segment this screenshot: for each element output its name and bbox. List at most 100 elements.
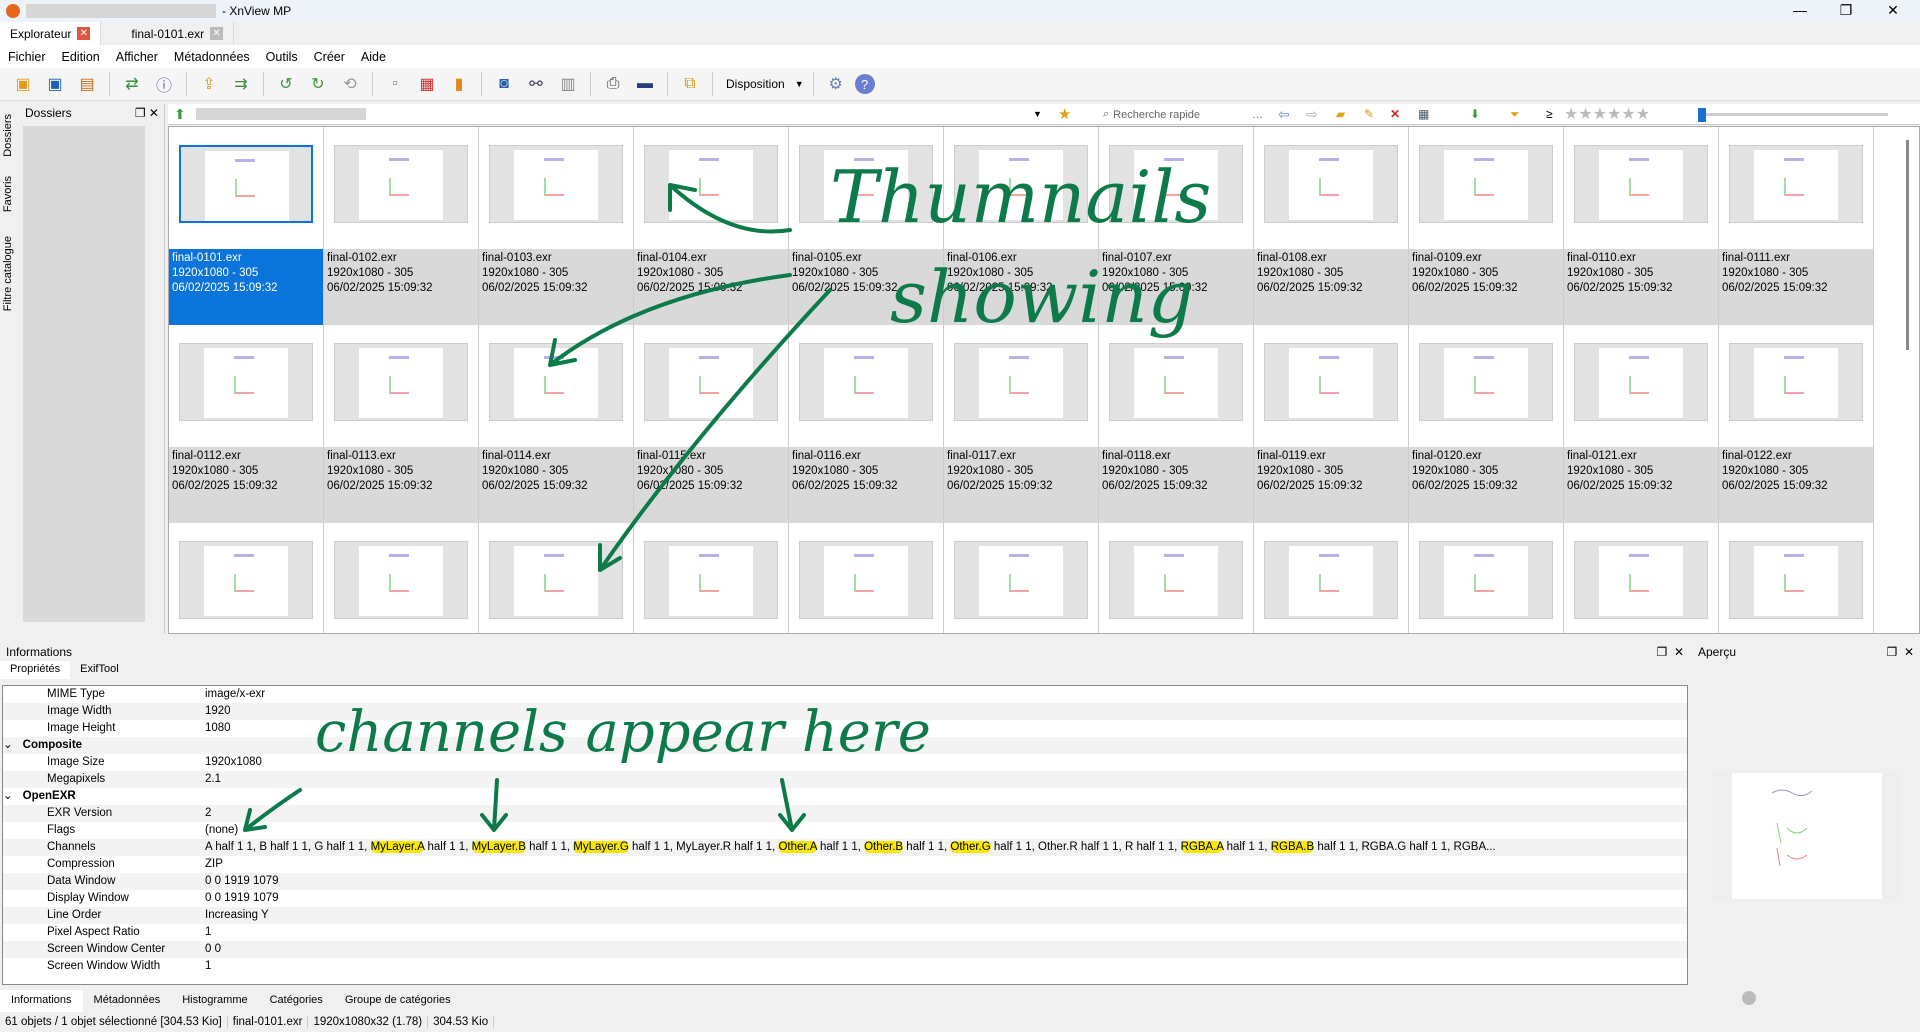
thumbnail-cell[interactable] [1254,523,1409,633]
thumbnail-cell[interactable]: final-0110.exr 1920x1080 - 305 06/02/2025 … [1564,127,1719,325]
folder-tree[interactable] [23,126,145,622]
thumbnail-cell[interactable]: final-0114.exr 1920x1080 - 305 06/02/2025 … [479,325,634,523]
info-icon[interactable]: ⓘ [151,71,177,97]
thumbnail-cell[interactable]: final-0120.exr 1920x1080 - 305 06/02/2025 … [1409,325,1564,523]
tab-groupe-categories[interactable]: Groupe de catégories [334,990,462,1012]
thumbnail-cell[interactable]: final-0116.exr 1920x1080 - 305 06/02/2025 … [789,325,944,523]
thumbnail-cell[interactable] [169,523,324,633]
color-label-icon[interactable]: ▦ [414,71,440,97]
thumbnail-cell[interactable] [1719,523,1874,633]
thumbnail-cell[interactable]: final-0118.exr 1920x1080 - 305 06/02/2025 … [1099,325,1254,523]
scanner-icon[interactable]: ▬ [632,71,658,97]
panel-controls[interactable]: ❐ ✕ [1887,645,1914,659]
rotate-left-icon[interactable]: ↺ [273,71,299,97]
edit-icon[interactable]: ✎ [1364,107,1374,121]
slideshow-icon[interactable]: ▤ [74,71,100,97]
sidetab-favoris[interactable]: Favoris [2,176,14,212]
capture-icon[interactable]: ◙ [491,71,517,97]
group-header[interactable]: ⌄ OpenEXR [3,788,1687,805]
thumbnail-cell[interactable]: final-0117.exr 1920x1080 - 305 06/02/2025 … [944,325,1099,523]
fullscreen-icon[interactable]: ▣ [42,71,68,97]
thumbnail-cell[interactable] [944,523,1099,633]
search-binoculars-icon[interactable]: ⚯ [523,71,549,97]
close-tab-icon[interactable]: ✕ [77,27,91,40]
sidetab-dossiers[interactable]: Dossiers [2,114,14,157]
transform-icon[interactable]: ⟲ [337,71,363,97]
thumbnail-cell[interactable] [479,523,634,633]
sidetab-filtre-catalogue[interactable]: Filtre catalogue [2,236,14,311]
thumbnail-cell[interactable]: final-0113.exr 1920x1080 - 305 06/02/2025 … [324,325,479,523]
forward-icon[interactable]: ⇨ [1306,106,1318,123]
menu-outils[interactable]: Outils [266,50,298,64]
tab-categories[interactable]: Catégories [259,990,334,1012]
rating-filter[interactable]: ★★★★★★ [1564,104,1650,124]
compare-icon[interactable]: ▥ [555,71,581,97]
panel-controls[interactable]: ❐ ✕ [1657,645,1684,659]
path-dropdown-icon[interactable]: ▼ [1033,109,1042,119]
go-up-icon[interactable]: ⬆ [174,106,186,123]
settings-gear-icon[interactable]: ⚙ [823,71,849,97]
thumbnail-cell[interactable]: final-0105.exr 1920x1080 - 305 06/02/2025 … [789,127,944,325]
sort-order-icon[interactable]: ⬇ [1470,107,1480,121]
tab-final-0101[interactable]: final-0101.exr ✕ [101,22,235,45]
rotate-right-icon[interactable]: ↻ [305,71,331,97]
tag-icon[interactable]: ▮ [446,71,472,97]
thumbnail-cell[interactable]: final-0107.exr 1920x1080 - 305 06/02/2025 … [1099,127,1254,325]
maximize-button[interactable]: ❐ [1826,2,1866,19]
thumbnail-cell[interactable]: final-0108.exr 1920x1080 - 305 06/02/2025 … [1254,127,1409,325]
zoom-slider[interactable] [1742,991,1756,1005]
thumbnail-cell[interactable]: final-0111.exr 1920x1080 - 305 06/02/2025 … [1719,127,1874,325]
tab-histogramme[interactable]: Histogramme [171,990,258,1012]
chevron-down-icon[interactable]: ⌄ [3,737,13,754]
grid-scrollbar[interactable] [1906,140,1909,350]
thumbnail-cell[interactable] [1099,523,1254,633]
filter-icon[interactable]: ⏷ [1510,107,1520,122]
panel-controls[interactable]: ❐ ✕ [135,106,159,120]
thumbnail-cell[interactable] [1564,523,1719,633]
thumbnail-cell[interactable]: final-0102.exr 1920x1080 - 305 06/02/2025 … [324,127,479,325]
menu-afficher[interactable]: Afficher [116,50,158,64]
tab-metadonnees[interactable]: Métadonnées [83,990,172,1012]
menu-edition[interactable]: Edition [62,50,100,64]
menu-metadonnees[interactable]: Métadonnées [174,50,250,64]
back-icon[interactable]: ⇦ [1278,106,1290,123]
copy-to-icon[interactable]: ⇪ [196,71,222,97]
menu-creer[interactable]: Créer [314,50,345,64]
thumbnail-cell[interactable]: final-0112.exr 1920x1080 - 305 06/02/2025 … [169,325,324,523]
thumbnail-cell[interactable]: final-0109.exr 1920x1080 - 305 06/02/2025 … [1409,127,1564,325]
thumbnail-cell[interactable] [789,523,944,633]
menu-fichier[interactable]: Fichier [8,50,46,64]
thumbnail-cell[interactable]: final-0106.exr 1920x1080 - 305 06/02/2025 … [944,127,1099,325]
thumbnail-cell[interactable] [1409,523,1564,633]
tab-informations[interactable]: Informations [0,990,83,1012]
close-tab-icon[interactable]: ✕ [210,27,224,40]
tab-proprietes[interactable]: Propriétés [0,661,71,679]
thumbnail-cell[interactable]: final-0115.exr 1920x1080 - 305 06/02/2025 … [634,325,789,523]
favorite-star-icon[interactable]: ★ [1058,105,1071,123]
sort-icon[interactable]: ▫ [382,71,408,97]
delete-icon[interactable]: ✕ [1390,107,1400,121]
thumb-size-slider[interactable] [1698,108,1888,122]
minimize-button[interactable]: — [1780,2,1820,18]
view-mode-icon[interactable]: ▦ [1418,107,1429,121]
chevron-down-icon[interactable]: ⌄ [3,788,13,805]
rating-compare-icon[interactable]: ≥ [1546,107,1553,121]
quick-search-input[interactable]: ⌕ Recherche rapide… [1103,106,1263,123]
thumbnail-cell[interactable]: final-0119.exr 1920x1080 - 305 06/02/2025 … [1254,325,1409,523]
print-icon[interactable]: ⎙ [600,71,626,97]
folder-icon[interactable]: ▰ [1336,107,1345,121]
thumbnail-cell[interactable]: final-0103.exr 1920x1080 - 305 06/02/2025 … [479,127,634,325]
chevron-down-icon[interactable]: ▼ [795,79,804,89]
move-to-icon[interactable]: ⇉ [228,71,254,97]
path-input[interactable] [196,108,366,120]
thumbnail-cell[interactable]: final-0122.exr 1920x1080 - 305 06/02/2025 … [1719,325,1874,523]
thumbnail-cell[interactable]: final-0101.exr 1920x1080 - 305 06/02/2025 … [169,127,324,325]
help-icon[interactable]: ? [854,74,875,94]
menu-aide[interactable]: Aide [361,50,386,64]
disposition-dropdown[interactable]: Disposition [722,77,789,91]
convert-icon[interactable]: ⇄ [119,71,145,97]
tab-exiftool[interactable]: ExifTool [70,661,129,679]
group-header[interactable]: ⌄ Composite [3,737,1687,754]
close-button[interactable]: ✕ [1873,2,1913,19]
tree-icon[interactable]: ⧉ [677,71,703,97]
